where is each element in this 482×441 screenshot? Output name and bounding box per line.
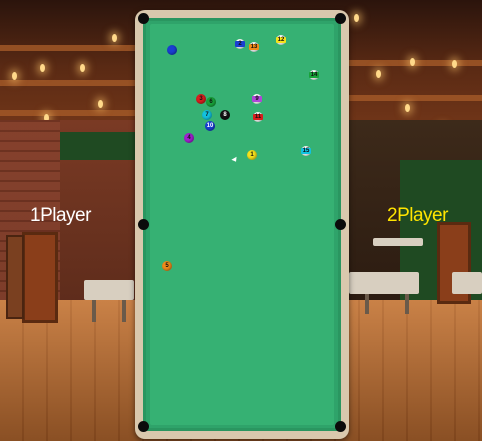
pool-ball-4[interactable]: 4	[184, 133, 194, 143]
ceiling-lamp	[354, 14, 359, 22]
pool-ball-15[interactable]: 15	[301, 146, 311, 156]
pocket-top-right	[335, 13, 346, 24]
ball-number: 7	[205, 112, 209, 118]
ball-number: 15	[302, 148, 310, 154]
ceiling-beam	[0, 110, 135, 116]
pool-ball-8[interactable]: 8	[220, 110, 230, 120]
table-playfield[interactable]	[150, 24, 334, 425]
ceiling-lamp	[112, 34, 117, 42]
ceiling-lamp	[40, 64, 45, 72]
pool-ball-12[interactable]: 12	[276, 35, 286, 45]
ceiling-beam	[349, 60, 482, 66]
ball-number: 6	[209, 99, 213, 105]
ceiling-beam	[0, 80, 135, 86]
cue-rack	[6, 235, 24, 319]
ball-number: 9	[255, 96, 259, 102]
pocket-bottom-right	[335, 421, 346, 432]
ceiling-beam	[0, 45, 135, 51]
ceiling-lamp	[376, 70, 381, 78]
player2-label: 2Player	[387, 205, 448, 226]
ceiling-beam	[349, 95, 482, 101]
pool-ball-5[interactable]: 5	[162, 261, 172, 271]
pocket-middle-right	[335, 219, 346, 230]
ball-number: 14	[310, 72, 318, 78]
pool-ball-10[interactable]: 10	[205, 121, 215, 131]
pool-ball-3[interactable]: 3	[196, 94, 206, 104]
ball-number: 5	[165, 263, 169, 269]
pocket-top-left	[138, 13, 149, 24]
background-pool-table	[452, 272, 482, 294]
wall-panel	[60, 132, 135, 160]
pool-ball-9[interactable]: 9	[252, 94, 262, 104]
background-pool-table	[84, 280, 134, 300]
pocket-middle-left	[138, 219, 149, 230]
ball-number: 3	[199, 96, 203, 102]
pool-ball-14[interactable]: 14	[309, 70, 319, 80]
pool-ball-2[interactable]: 2	[235, 39, 245, 49]
player1-label: 1Player	[30, 205, 91, 226]
pool-ball-1[interactable]: 1	[247, 150, 257, 160]
ball-number: 4	[187, 135, 191, 141]
ball-number: 11	[254, 114, 262, 120]
pool-ball-13[interactable]: 13	[249, 42, 259, 52]
pool-ball-7[interactable]: 7	[202, 110, 212, 120]
pool-ball-11[interactable]: 11	[253, 112, 263, 122]
bar-counter	[373, 238, 423, 246]
ball-number: 2	[238, 41, 242, 47]
pocket-bottom-left	[138, 421, 149, 432]
pool-ball-6[interactable]: 6	[206, 97, 216, 107]
ceiling-lamp	[12, 72, 17, 80]
ceiling-lamp	[80, 64, 85, 72]
background-pool-table	[349, 272, 419, 294]
ceiling-lamp	[452, 60, 457, 68]
door	[22, 232, 58, 323]
ceiling-lamp	[410, 58, 415, 66]
cue-ball[interactable]	[167, 45, 177, 55]
ball-number: 12	[277, 37, 285, 43]
ball-number: 8	[223, 112, 227, 118]
ceiling-lamp	[405, 104, 410, 112]
ball-number: 10	[206, 123, 214, 129]
ball-number: 1	[250, 152, 254, 158]
ceiling-lamp	[98, 100, 103, 108]
ball-number: 13	[250, 44, 258, 50]
